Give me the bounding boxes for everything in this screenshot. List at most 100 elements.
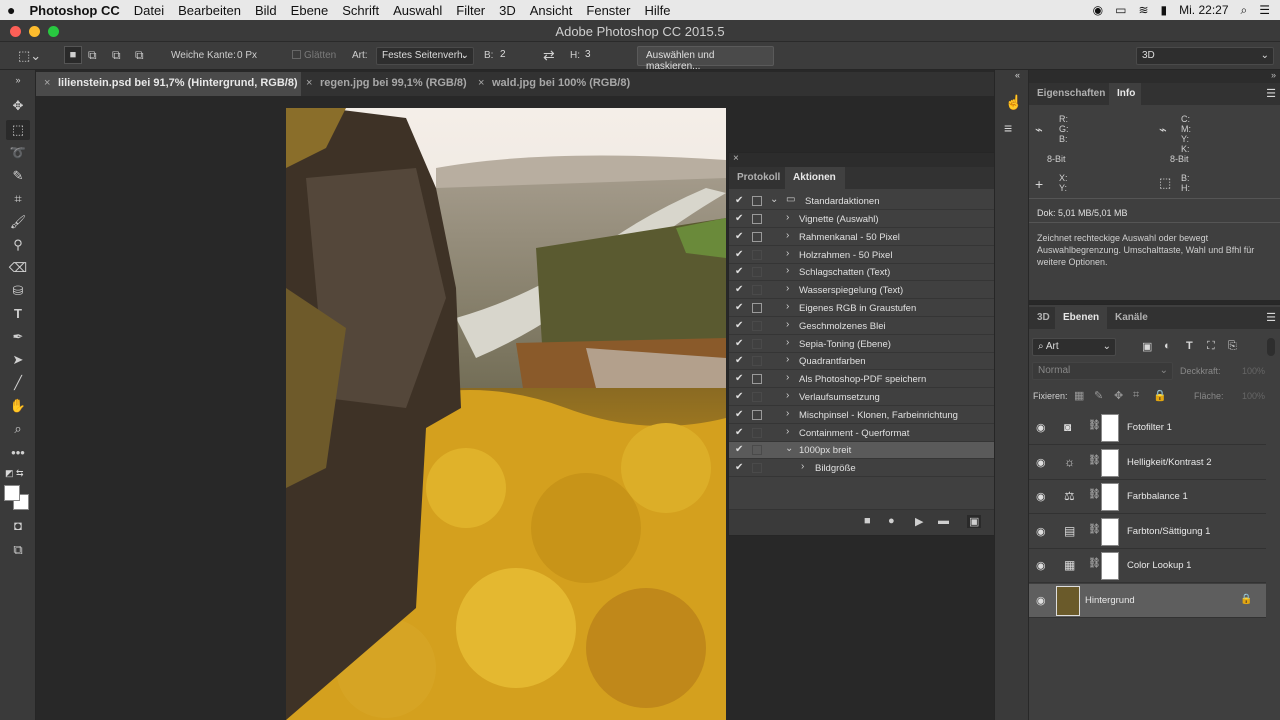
search-icon[interactable]: ⌕ [1241, 3, 1248, 18]
dialog-toggle-icon[interactable] [752, 303, 762, 313]
dialog-toggle-icon[interactable] [752, 409, 762, 420]
checkmark-icon[interactable]: ✔ [735, 284, 743, 295]
dialog-toggle-icon[interactable] [752, 392, 762, 402]
filter-toggle[interactable] [1267, 338, 1275, 356]
dialog-toggle-icon[interactable] [752, 427, 762, 438]
chevron-right-icon[interactable]: › [786, 265, 789, 276]
eye-icon[interactable]: ◉ [1036, 525, 1046, 538]
panel-menu-icon[interactable]: ☰ [1266, 87, 1276, 100]
link-icon[interactable]: ⛓ [1088, 558, 1101, 569]
record-icon[interactable]: ◉ [1093, 3, 1103, 17]
action-row[interactable]: ✔ › Als Photoshop-PDF speichern [729, 371, 1016, 389]
close-icon[interactable]: × [306, 77, 312, 89]
checkmark-icon[interactable]: ✔ [735, 302, 743, 313]
checkmark-icon[interactable]: ✔ [735, 444, 743, 455]
eye-icon[interactable]: ◉ [1036, 559, 1046, 572]
new-set-folder-icon[interactable]: ▬ [938, 515, 949, 527]
add-selection-icon[interactable]: ⧉ [88, 48, 97, 63]
chevron-right-icon[interactable]: › [801, 461, 804, 472]
layer-mask-thumbnail[interactable] [1101, 483, 1119, 512]
hand-tool-icon[interactable]: ✋ [6, 396, 30, 416]
pen-tool-icon[interactable]: ✒ [6, 327, 30, 347]
checkmark-icon[interactable]: ✔ [735, 355, 743, 366]
eye-icon[interactable]: ◉ [1036, 456, 1046, 469]
swap-colors-icon[interactable]: ◩ ⇆ [5, 468, 24, 479]
dialog-toggle-icon[interactable] [752, 445, 762, 455]
crop-tool-icon[interactable]: ⌗ [6, 189, 30, 209]
menu-ebene[interactable]: Ebene [284, 3, 336, 18]
screen-mode-icon[interactable]: ⧉ [6, 540, 30, 560]
filter-type-icon[interactable]: T [1186, 340, 1193, 352]
chevron-down-icon[interactable]: ⌄ [785, 443, 793, 454]
filter-smartobject-icon[interactable]: ⎘ [1228, 340, 1237, 353]
panel-menu-icon[interactable]: ☰ [1266, 311, 1276, 324]
zoom-tool-icon[interactable]: ⌕ [6, 419, 30, 439]
checkmark-icon[interactable]: ✔ [735, 320, 743, 331]
dialog-toggle-icon[interactable] [752, 338, 762, 349]
layer-mask-thumbnail[interactable] [1101, 517, 1119, 546]
checkmark-icon[interactable]: ✔ [735, 409, 743, 420]
app-menu[interactable]: Photoshop CC [22, 3, 126, 18]
chevron-right-icon[interactable]: › [786, 248, 789, 259]
stamp-tool-icon[interactable]: ⚲ [6, 235, 30, 255]
dialog-toggle-icon[interactable] [752, 320, 762, 331]
fill-value[interactable]: 100% [1242, 391, 1265, 401]
menu-datei[interactable]: Datei [127, 3, 171, 18]
lock-artboard-icon[interactable]: ⌗ [1133, 389, 1139, 402]
play-icon[interactable]: ▶ [915, 515, 923, 528]
menu-list-icon[interactable]: ☰ [1259, 3, 1270, 17]
fill-tool-icon[interactable]: ⛁ [6, 281, 30, 301]
intersect-selection-icon[interactable]: ⧉ [135, 48, 144, 63]
new-selection-icon[interactable]: ■ [64, 46, 82, 64]
menu-auswahl[interactable]: Auswahl [386, 3, 449, 18]
layer-filter-select[interactable]: ⌕ Art ⌄ [1032, 338, 1116, 356]
link-icon[interactable]: ⛓ [1088, 420, 1101, 431]
action-row-selected[interactable]: ✔ ⌄ 1000px breit [729, 442, 1016, 459]
battery-icon[interactable]: ▮ [1161, 3, 1168, 17]
airplay-icon[interactable]: ▭ [1115, 3, 1126, 17]
workspace-select[interactable]: 3D ⌄ [1136, 47, 1274, 65]
dialog-toggle-icon[interactable] [752, 267, 762, 278]
menu-fenster[interactable]: Fenster [579, 3, 637, 18]
layer-row[interactable]: ◉ ☼ ⛓ Helligkeit/Kontrast 2 [1029, 446, 1266, 480]
layer-row[interactable]: ◉ ▤ ⛓ Farbton/Sättigung 1 [1029, 515, 1266, 549]
eye-icon[interactable]: ◉ [1036, 594, 1046, 607]
chevron-right-icon[interactable]: › [786, 301, 789, 312]
action-row[interactable]: ✔ › Verlaufsumsetzung [729, 389, 1016, 406]
chevron-right-icon[interactable]: › [786, 426, 789, 437]
checkmark-icon[interactable]: ✔ [735, 373, 743, 384]
action-row[interactable]: ✔ › Rahmenkanal - 50 Pixel [729, 229, 1016, 246]
tab-3d[interactable]: 3D [1029, 307, 1055, 329]
brush-tool-icon[interactable]: 🖌 [6, 212, 30, 232]
checkmark-icon[interactable]: ✔ [735, 195, 743, 206]
marquee-tool-preset-icon[interactable]: ⬚⌄ [18, 48, 41, 64]
stop-icon[interactable]: ■ [864, 515, 871, 527]
filter-adjustment-icon[interactable]: ◐ [1164, 340, 1171, 352]
dialog-toggle-icon[interactable] [752, 463, 762, 473]
quick-selection-tool-icon[interactable]: ✎ [6, 166, 30, 186]
rectangular-marquee-tool-icon[interactable]: ⬚ [6, 120, 30, 140]
chevron-down-icon[interactable]: ⌄ [770, 194, 778, 205]
chevron-right-icon[interactable]: › [786, 390, 789, 401]
dialog-toggle-icon[interactable] [752, 196, 762, 206]
more-tools-icon[interactable]: ••• [6, 443, 30, 463]
layer-mask-thumbnail[interactable] [1101, 448, 1119, 477]
close-panel-icon[interactable]: × [733, 153, 739, 164]
antialias-checkbox[interactable] [292, 50, 301, 59]
menu-schrift[interactable]: Schrift [335, 3, 386, 18]
dialog-toggle-icon[interactable] [752, 214, 762, 224]
checkmark-icon[interactable]: ✔ [735, 338, 743, 349]
tab-kanaele[interactable]: Kanäle [1107, 307, 1153, 329]
layer-row[interactable]: ◉ ◙ ⛓ Fotofilter 1 [1029, 411, 1266, 445]
tab-aktionen[interactable]: Aktionen [785, 167, 845, 189]
tab-ebenen[interactable]: Ebenen [1055, 307, 1107, 329]
line-tool-icon[interactable]: ╱ [6, 373, 30, 393]
tab-regen[interactable]: × regen.jpg bei 99,1% (RGB/8) [298, 72, 470, 96]
lock-position-icon[interactable]: ✥ [1114, 389, 1123, 402]
layer-mask-thumbnail[interactable] [1101, 414, 1119, 442]
expand-icon[interactable]: « [1015, 70, 1020, 80]
eye-icon[interactable]: ◉ [1036, 490, 1046, 503]
chevron-right-icon[interactable]: › [786, 337, 789, 348]
new-action-icon[interactable]: ▣ [967, 515, 982, 528]
action-row[interactable]: ✔ › Schlagschatten (Text) [729, 264, 1016, 282]
